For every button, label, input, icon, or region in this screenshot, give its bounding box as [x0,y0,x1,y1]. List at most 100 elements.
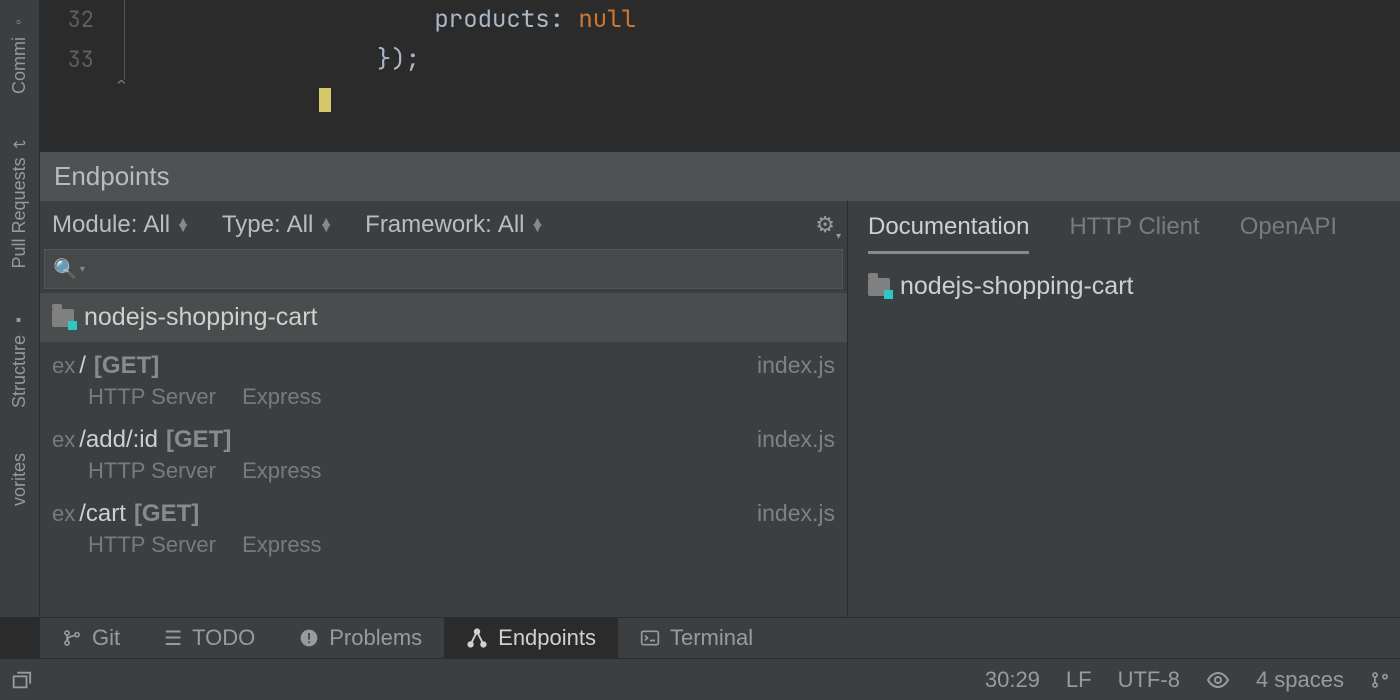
settings-button[interactable]: ⚙▾ [815,212,835,238]
tab-endpoints[interactable]: Endpoints [444,618,618,658]
gear-icon: ⚙ [815,212,835,237]
doc-body: nodejs-shopping-cart [848,254,1400,319]
endpoint-path: /cart [79,500,126,528]
endpoint-list: ex / [GET] index.js HTTP Server Express … [40,342,847,617]
commit-icon: ◦ [11,14,28,32]
endpoint-file: index.js [757,426,835,453]
rail-commit[interactable]: Commi ◦ [9,4,30,104]
endpoint-subtitle: HTTP Server Express [52,528,835,558]
sort-icon: ▲▼ [531,219,545,230]
chevron-down-icon[interactable]: ▾ [80,264,85,275]
line-number: 32 [40,1,114,38]
window-stack-icon[interactable] [10,669,32,691]
endpoint-method: [GET] [134,500,199,528]
rail-pull-requests[interactable]: Pull Requests ↩ [9,128,30,278]
tab-todo[interactable]: ☰ TODO [142,618,277,658]
code-text: products: null [204,0,636,40]
module-filter[interactable]: Module: All ▲▼ [52,211,190,239]
tab-label: Problems [329,625,422,651]
code-line[interactable] [40,80,1400,120]
search-row[interactable]: 🔍 ▾ [44,249,843,289]
rail-label: Pull Requests [9,157,30,268]
status-bar: 30:29 LF UTF-8 4 spaces [0,658,1400,700]
rail-label: Commi [9,37,30,94]
graph-icon [466,627,488,649]
endpoints-panel: Endpoints Module: All ▲▼ Type: All ▲▼ Fr… [40,152,1400,617]
panel-title: Endpoints [40,152,1400,201]
line-ending[interactable]: LF [1066,667,1092,693]
tab-http-client[interactable]: HTTP Client [1069,213,1199,254]
tab-label: TODO [192,625,255,651]
terminal-icon [640,628,660,648]
fold-end-icon[interactable]: ⌃ [116,70,127,101]
file-encoding[interactable]: UTF-8 [1118,667,1180,693]
filter-value: All [287,211,314,239]
alert-icon [299,628,319,648]
documentation-column: Documentation HTTP Client OpenAPI nodejs… [848,201,1400,617]
sort-icon: ▲▼ [319,219,333,230]
filters-row: Module: All ▲▼ Type: All ▲▼ Framework: A… [40,201,847,249]
search-input[interactable] [93,256,834,282]
filter-value: All [498,211,525,239]
endpoint-path: / [79,352,86,380]
framework-filter[interactable]: Framework: All ▲▼ [365,211,544,239]
endpoint-subtitle: HTTP Server Express [52,454,835,484]
left-tool-rail: Commi ◦ Pull Requests ↩ Structure ▪ vori… [0,0,40,617]
doc-tabs: Documentation HTTP Client OpenAPI [848,201,1400,254]
folder-icon [52,309,74,327]
code-text [204,80,331,121]
tab-openapi[interactable]: OpenAPI [1240,213,1337,254]
rail-structure[interactable]: Structure ▪ [9,302,30,418]
line-number: 33 [40,41,114,78]
code-text: }); [204,40,420,81]
tab-label: Git [92,625,120,651]
filter-label: Framework: [365,211,492,239]
rail-label: Structure [9,335,30,408]
branch-icon [62,628,82,648]
tab-label: Endpoints [498,625,596,651]
code-line[interactable]: 33 ⌃ }); [40,40,1400,80]
rail-favorites[interactable]: vorites [9,443,30,516]
endpoint-prefix: ex [52,427,75,453]
structure-icon: ▪ [11,312,28,330]
pull-request-icon: ↩ [13,135,26,154]
folder-icon [868,278,890,296]
read-only-icon[interactable] [1206,668,1230,692]
branch-icon[interactable] [1370,670,1390,690]
caret-icon [319,88,331,112]
endpoint-file: index.js [757,500,835,527]
bottom-tool-tabs: Git ☰ TODO Problems Endpoints Terminal [40,617,1400,658]
project-group-row[interactable]: nodejs-shopping-cart [40,293,847,342]
list-icon: ☰ [164,626,182,651]
endpoint-method: [GET] [94,352,159,380]
endpoint-file: index.js [757,352,835,379]
endpoint-item[interactable]: ex /add/:id [GET] index.js HTTP Server E… [40,416,847,490]
tab-documentation[interactable]: Documentation [868,213,1029,254]
indent-setting[interactable]: 4 spaces [1256,667,1344,693]
endpoint-method: [GET] [166,426,231,454]
tab-terminal[interactable]: Terminal [618,618,775,658]
code-editor[interactable]: 32 products: null 33 ⌃ }); [40,0,1400,110]
rail-label: vorites [9,453,30,506]
doc-project-name: nodejs-shopping-cart [900,272,1133,301]
endpoint-subtitle: HTTP Server Express [52,380,835,410]
tab-label: Terminal [670,625,753,651]
search-icon: 🔍 [53,257,78,282]
code-line[interactable]: 32 products: null [40,0,1400,40]
endpoint-prefix: ex [52,353,75,379]
tab-git[interactable]: Git [40,618,142,658]
filter-label: Type: [222,211,281,239]
project-name: nodejs-shopping-cart [84,303,317,332]
endpoint-prefix: ex [52,501,75,527]
endpoints-list-column: Module: All ▲▼ Type: All ▲▼ Framework: A… [40,201,848,617]
type-filter[interactable]: Type: All ▲▼ [222,211,333,239]
filter-label: Module: [52,211,137,239]
endpoint-item[interactable]: ex /cart [GET] index.js HTTP Server Expr… [40,490,847,564]
sort-icon: ▲▼ [176,219,190,230]
endpoint-path: /add/:id [79,426,158,454]
tab-problems[interactable]: Problems [277,618,444,658]
endpoint-item[interactable]: ex / [GET] index.js HTTP Server Express [40,342,847,416]
cursor-position[interactable]: 30:29 [985,667,1040,693]
filter-value: All [143,211,170,239]
chevron-down-icon: ▾ [836,231,841,242]
